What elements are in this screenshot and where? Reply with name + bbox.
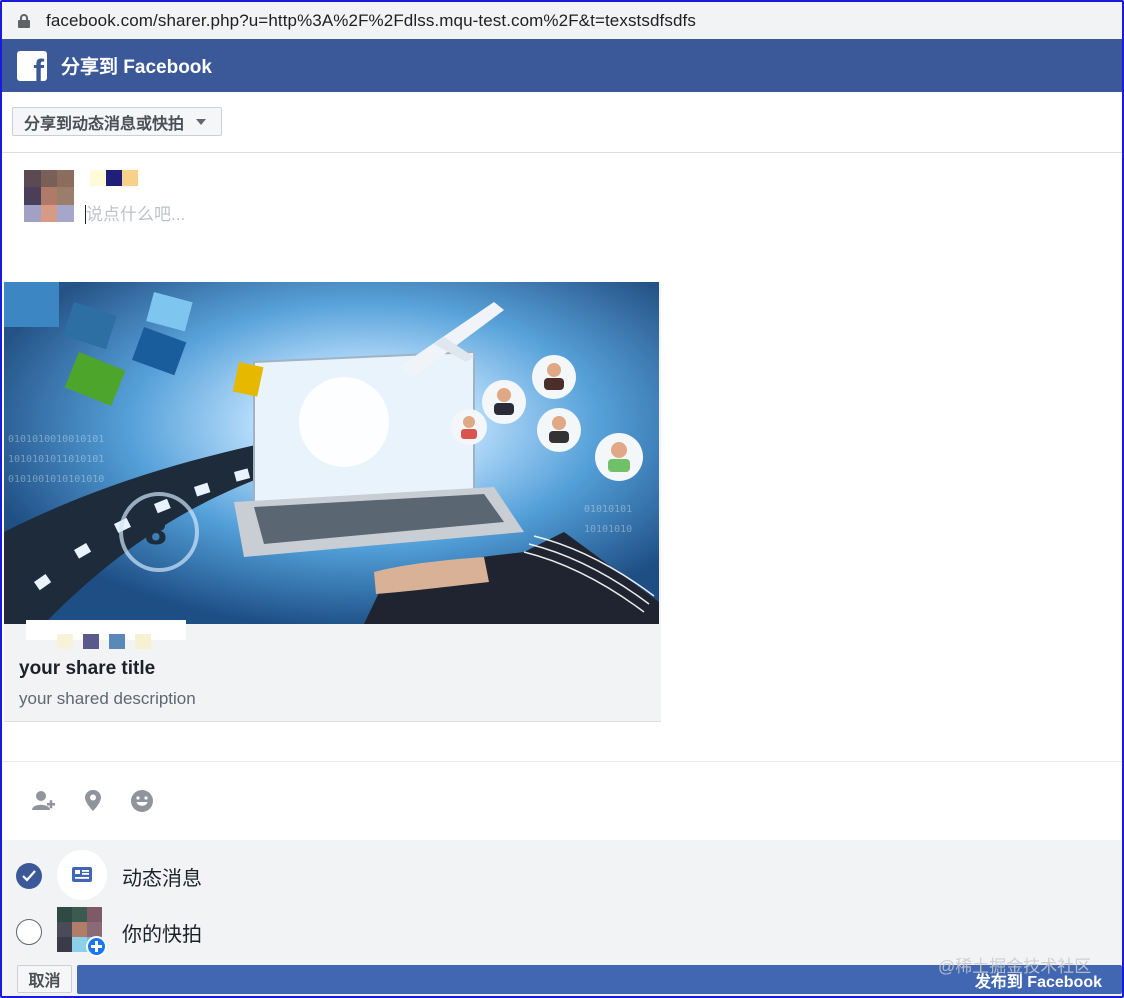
location-pin-icon[interactable]: [80, 788, 106, 814]
preview-domain-pixelated: [57, 634, 151, 649]
user-name-pixelated: [90, 170, 138, 186]
plus-icon: [86, 936, 107, 957]
radio-unchecked-icon[interactable]: [16, 919, 42, 945]
avatar: [24, 170, 74, 222]
svg-text:1010101011010101: 1010101011010101: [8, 454, 104, 465]
dialog-header: f 分享到 Facebook: [2, 39, 1122, 92]
cancel-button[interactable]: 取消: [17, 965, 72, 993]
facebook-f-icon: f: [17, 50, 47, 81]
preview-description: your shared description: [19, 689, 196, 708]
lock-icon: [18, 13, 30, 28]
url-text[interactable]: facebook.com/sharer.php?u=http%3A%2F%2Fd…: [46, 11, 696, 31]
audience-label-news-feed: 动态消息: [122, 868, 202, 890]
composer-input[interactable]: [86, 203, 686, 227]
dialog-title: 分享到 Facebook: [61, 57, 212, 78]
svg-text:8: 8: [144, 513, 168, 553]
svg-text:0101001010101010: 0101001010101010: [8, 474, 104, 485]
composer-actions: [2, 761, 1122, 840]
feeling-emoji-icon[interactable]: [129, 788, 155, 814]
check-icon[interactable]: [16, 863, 42, 889]
audience-option-story[interactable]: 你的快拍: [2, 905, 1122, 959]
news-feed-icon: [57, 850, 107, 900]
address-bar[interactable]: facebook.com/sharer.php?u=http%3A%2F%2Fd…: [2, 2, 1122, 39]
share-target-bar: 分享到动态消息或快拍: [2, 92, 1122, 153]
audience-option-news-feed[interactable]: 动态消息: [2, 848, 1122, 902]
share-target-dropdown[interactable]: 分享到动态消息或快拍: [12, 107, 222, 136]
publish-button[interactable]: 发布到 Facebook: [77, 965, 1122, 994]
chevron-down-icon: [196, 118, 207, 125]
svg-text:01010101: 01010101: [584, 504, 632, 515]
svg-text:0101010010010101: 0101010010010101: [8, 434, 104, 445]
publish-button-label: 发布到 Facebook: [974, 973, 1102, 991]
link-preview-card[interactable]: 8 0101010010010101 1010101011010101 0101…: [4, 282, 661, 722]
audience-label-story: 你的快拍: [122, 924, 202, 946]
share-target-label: 分享到动态消息或快拍: [24, 115, 185, 133]
svg-text:10101010: 10101010: [584, 524, 632, 535]
tag-friends-icon[interactable]: [30, 788, 56, 814]
preview-image: 8 0101010010010101 1010101011010101 0101…: [4, 282, 659, 624]
preview-title: your share title: [19, 658, 156, 679]
browser-window: facebook.com/sharer.php?u=http%3A%2F%2Fd…: [0, 0, 1124, 998]
